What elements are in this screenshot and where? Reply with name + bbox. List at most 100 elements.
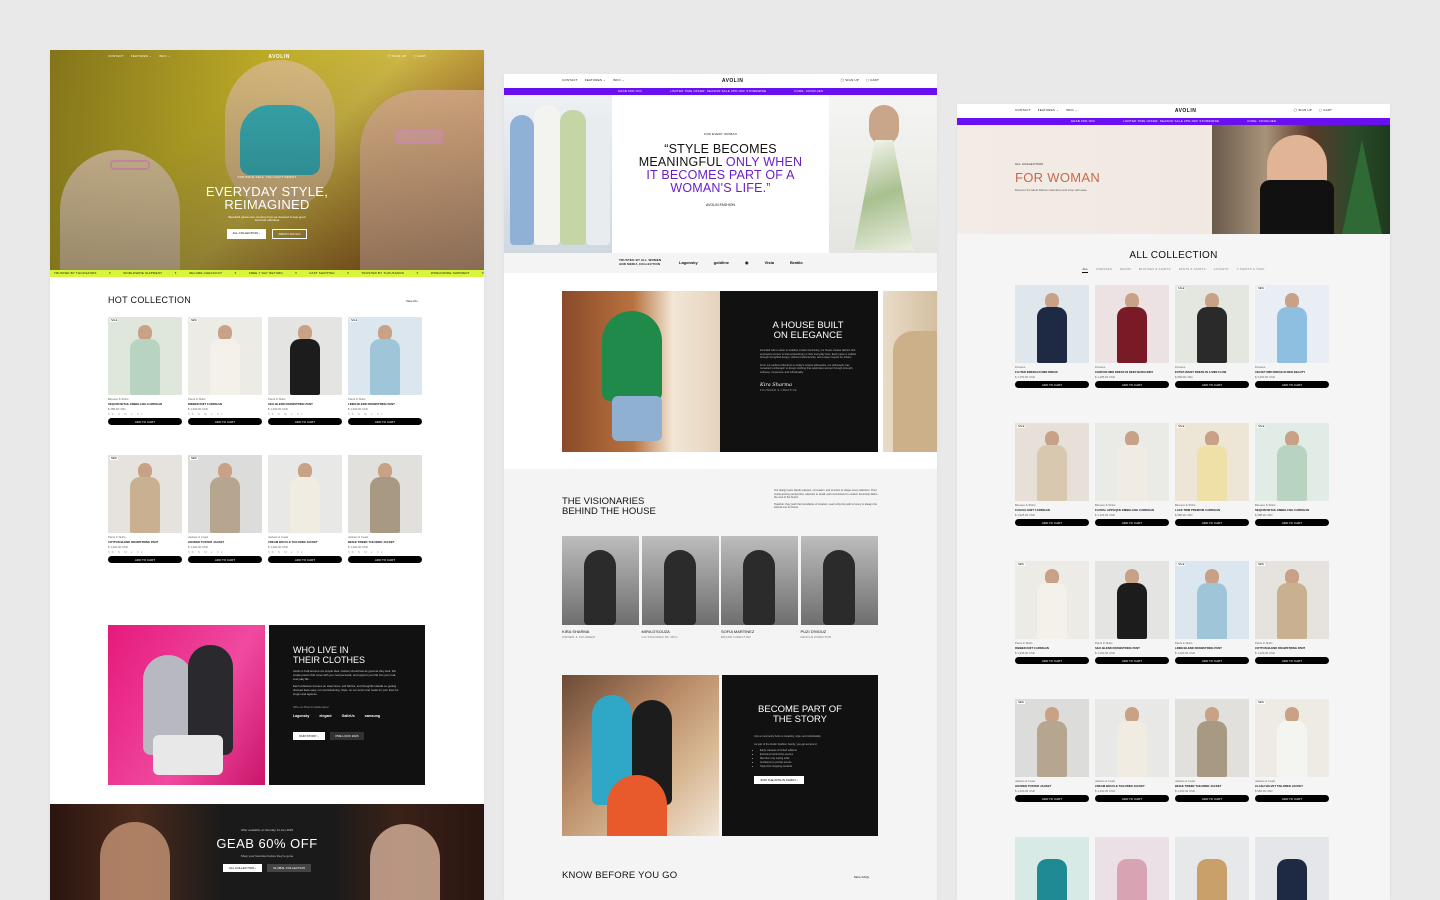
product-name[interactable]: HOODED PUFFER JACKET [188, 540, 262, 544]
add-to-cart-button[interactable]: ADD TO CART [1015, 519, 1089, 526]
product-image[interactable] [1095, 285, 1169, 363]
product-name[interactable]: VELVET MIDI DRESS IN RED BEAUTY [1255, 370, 1329, 374]
product-image[interactable]: SALE [1175, 561, 1249, 639]
product-name[interactable]: CREAM BOUCLE TAILORED JACKET [1095, 784, 1169, 788]
product-name[interactable]: FLUTED EMERALD MIDI DRESS [1015, 370, 1089, 374]
product-name[interactable]: SILK BLEND DRAWSTRING PANT [1095, 646, 1169, 650]
product-image[interactable]: NEW [1015, 699, 1089, 777]
product-image[interactable] [1095, 423, 1169, 501]
add-to-cart-button[interactable]: ADD TO CART [1095, 657, 1169, 664]
add-to-cart-button[interactable]: ADD TO CART [1255, 519, 1329, 526]
product-card[interactable]: NEW Jackets & Coats HOODED PUFFER JACKET $ … [1015, 699, 1089, 802]
product-card[interactable]: SALE Pants & Skirts LINEN BLEND DRAWSTRING… [348, 317, 422, 425]
join-family-button[interactable]: JOIN THE AVOLIN FAMILY › [754, 776, 805, 785]
add-to-cart-button[interactable]: ADD TO CART [1255, 795, 1329, 802]
size-options[interactable]: XS S M L XL [108, 413, 182, 416]
all-collection-button[interactable]: ALL COLLECTION › [226, 229, 266, 240]
filter-tab[interactable]: PANTS & SKIRTS [1179, 267, 1206, 273]
add-to-cart-button[interactable]: ADD TO CART [268, 418, 342, 425]
product-card[interactable]: Jackets & Coats BEIGE TWEED TAILORED JACK… [1175, 699, 1249, 802]
add-to-cart-button[interactable]: ADD TO CART [188, 418, 262, 425]
product-image[interactable] [1015, 285, 1089, 363]
product-image[interactable]: NEW [188, 317, 262, 395]
size-options[interactable]: XS S M L XL [108, 551, 182, 554]
product-card[interactable]: NEW Pants & Skirts COTTON BLEND DRAWSTRING… [1255, 561, 1329, 664]
product-card[interactable]: NEW Jackets & Coats HOODED PUFFER JACKET $ … [188, 455, 262, 563]
add-to-cart-button[interactable]: ADD TO CART [1175, 657, 1249, 664]
product-image[interactable]: SALE [108, 317, 182, 395]
offer-all-collection-button[interactable]: ALL COLLECTION › [223, 864, 263, 872]
product-name[interactable]: CREAM BOUCLE TAILORED JACKET [268, 540, 342, 544]
product-card[interactable]: Jackets & Coats BEIGE TWEED TAILORED JACK… [348, 455, 422, 563]
product-name[interactable]: RIBBED KNIT CARDIGAN [1015, 646, 1089, 650]
product-card[interactable]: Dresses FLUTED EMERALD MIDI DRESS $ 1,750.… [1015, 285, 1089, 388]
product-image[interactable] [268, 317, 342, 395]
product-name[interactable]: CLASH VELVET TAILORED JACKET [1255, 784, 1329, 788]
product-image[interactable]: SALE [348, 317, 422, 395]
filter-tab[interactable]: DRESSES [1096, 267, 1112, 273]
nav-features[interactable]: FEATURES ⌄ [131, 55, 152, 59]
product-name[interactable]: SEQUIN DETAIL EMBELLISH CARDIGAN [1255, 508, 1329, 512]
nav-info[interactable]: INFO ⌄ [159, 55, 171, 59]
add-to-cart-button[interactable]: ADD TO CART [108, 556, 182, 563]
about-button[interactable]: ABOUT AVOLIN [271, 229, 308, 240]
nav-cart[interactable]: ▢ CART [413, 54, 426, 59]
pre-look-button[interactable]: PRE LOOK 2026 [329, 731, 365, 740]
product-card[interactable]: Pants & Skirts SILK BLEND DRAWSTRING PANT… [268, 317, 342, 425]
product-image[interactable] [268, 455, 342, 533]
add-to-cart-button[interactable]: ADD TO CART [268, 556, 342, 563]
product-image[interactable]: SALE [1015, 423, 1089, 501]
product-name[interactable]: FLORAL APPLIQUE EMBELLISH CARDIGAN [1095, 508, 1169, 512]
product-name[interactable]: LINEN BLEND DRAWSTRING PANT [1175, 646, 1249, 650]
offer-global-button[interactable]: GLOBAL COLLECTION [267, 864, 311, 872]
product-card[interactable]: SALE Pants & Skirts LINEN BLEND DRAWSTRING… [1175, 561, 1249, 664]
product-image[interactable]: NEW [1255, 699, 1329, 777]
brand-logo[interactable]: AVOLIN [268, 54, 290, 60]
nav-cart[interactable]: ▢ CART [1319, 108, 1332, 113]
nav-contact[interactable]: CONTACT [1015, 109, 1031, 113]
product-card[interactable]: SALE Blouses & Shirts CASUAL KNIT CARDIGAN… [1015, 423, 1089, 526]
product-card-partial[interactable] [1095, 837, 1169, 900]
product-image[interactable]: NEW [1255, 285, 1329, 363]
add-to-cart-button[interactable]: ADD TO CART [108, 418, 182, 425]
product-card[interactable]: NEW Dresses VELVET MIDI DRESS IN RED BEAUT… [1255, 285, 1329, 388]
nav-features[interactable]: FEATURES ⌄ [585, 79, 606, 83]
nav-cart[interactable]: ▢ CART [866, 78, 879, 83]
product-name[interactable]: CHIFFON MIDI DRESS IN DEEP BURGUNDY [1095, 370, 1169, 374]
size-options[interactable]: XS S M L XL [268, 551, 342, 554]
product-image[interactable]: NEW [188, 455, 262, 533]
add-to-cart-button[interactable]: ADD TO CART [1095, 381, 1169, 388]
filter-tab[interactable]: BLOUSES & SHIRTS [1139, 267, 1171, 273]
product-card[interactable]: Jackets & Coats CREAM BOUCLE TAILORED JAC… [1095, 699, 1169, 802]
product-name[interactable]: BEIGE TWEED TAILORED JACKET [1175, 784, 1249, 788]
product-card-partial[interactable] [1175, 837, 1249, 900]
filter-tab[interactable]: DENIM [1120, 267, 1131, 273]
add-to-cart-button[interactable]: ADD TO CART [188, 556, 262, 563]
team-member-card[interactable]: KIRA SHARMA OWNER & FOUNDER [562, 536, 639, 640]
size-options[interactable]: XS S M L XL [188, 413, 262, 416]
add-to-cart-button[interactable]: ADD TO CART [1015, 657, 1089, 664]
add-to-cart-button[interactable]: ADD TO CART [1175, 519, 1249, 526]
product-name[interactable]: SEQUIN DETAIL EMBELLISH CARDIGAN [108, 402, 182, 406]
product-card[interactable]: NEW Pants & Skirts COTTON BLEND DRAWSTRING… [108, 455, 182, 563]
product-name[interactable]: RIBBED KNIT CARDIGAN [188, 402, 262, 406]
team-member-card[interactable]: PUZI D'MOUZ DESIGN DIRECTOR [800, 536, 878, 640]
product-card[interactable]: Jackets & Coats CREAM BOUCLE TAILORED JAC… [268, 455, 342, 563]
size-options[interactable]: XS S M L XL [348, 413, 422, 416]
team-member-card[interactable]: SOFIA MARTINEZ BRAND DIRECTOR [721, 536, 798, 640]
nav-contact[interactable]: CONTACT [108, 55, 124, 59]
product-image[interactable]: NEW [1015, 561, 1089, 639]
product-image[interactable] [1175, 699, 1249, 777]
product-image[interactable] [1095, 699, 1169, 777]
add-to-cart-button[interactable]: ADD TO CART [1015, 381, 1089, 388]
nav-signup[interactable]: ◯ SIGN UP [841, 78, 859, 83]
product-name[interactable]: SILK BLEND DRAWSTRING PANT [268, 402, 342, 406]
filter-tab[interactable]: ALL [1082, 267, 1089, 273]
add-to-cart-button[interactable]: ADD TO CART [1015, 795, 1089, 802]
product-card[interactable]: NEW Pants & Skirts RIBBED KNIT CARDIGAN $ 1… [188, 317, 262, 425]
nav-info[interactable]: INFO ⌄ [1066, 109, 1078, 113]
add-to-cart-button[interactable]: ADD TO CART [1175, 381, 1249, 388]
add-to-cart-button[interactable]: ADD TO CART [1255, 381, 1329, 388]
add-to-cart-button[interactable]: ADD TO CART [348, 418, 422, 425]
product-image[interactable]: SALE [1175, 423, 1249, 501]
